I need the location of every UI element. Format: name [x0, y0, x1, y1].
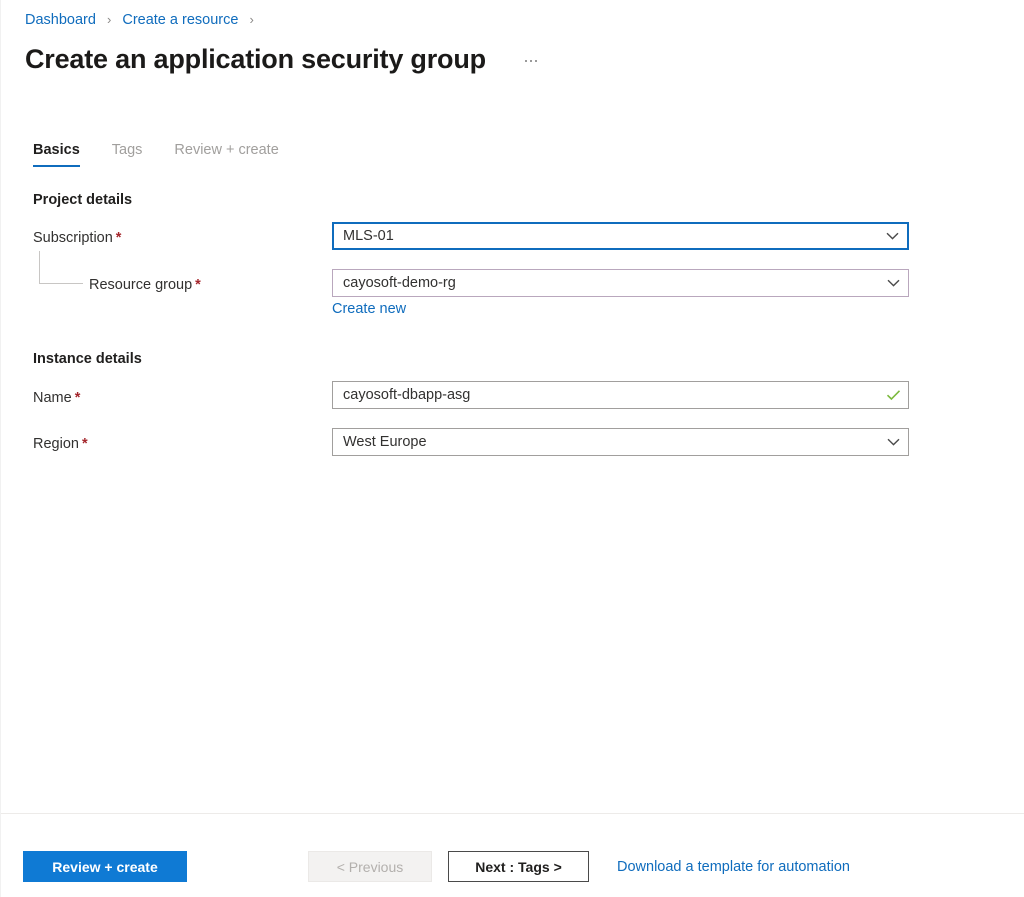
previous-button: < Previous [308, 851, 432, 882]
breadcrumb: Dashboard › Create a resource › [25, 10, 261, 30]
region-dropdown[interactable]: West Europe [332, 428, 909, 456]
more-options-icon[interactable] [520, 50, 542, 72]
subscription-dropdown[interactable]: MLS-01 [332, 222, 909, 250]
wizard-tabs: Basics Tags Review + create [33, 140, 311, 170]
breadcrumb-separator-icon: › [249, 12, 254, 27]
tab-tags[interactable]: Tags [112, 140, 143, 170]
label-name-text: Name [33, 390, 72, 406]
label-region: Region * [33, 434, 88, 454]
next-tags-button[interactable]: Next : Tags > [448, 851, 589, 882]
breadcrumb-item-create-a-resource[interactable]: Create a resource [122, 12, 238, 28]
chevron-down-icon [878, 270, 908, 296]
tab-review-create[interactable]: Review + create [174, 140, 278, 170]
create-asg-blade: Dashboard › Create a resource › Create a… [0, 0, 1024, 897]
field-tree-connector [39, 251, 83, 284]
page-title: Create an application security group [25, 44, 486, 74]
ellipsis-dot [524, 59, 528, 63]
ellipsis-dot [534, 59, 538, 63]
resource-group-dropdown[interactable]: cayosoft-demo-rg [332, 269, 909, 297]
label-subscription: Subscription * [33, 228, 121, 248]
breadcrumb-item-dashboard[interactable]: Dashboard [25, 12, 96, 28]
name-value: cayosoft-dbapp-asg [343, 387, 471, 403]
required-indicator: * [195, 277, 201, 293]
section-heading-instance-details: Instance details [33, 351, 142, 367]
label-name: Name * [33, 388, 80, 408]
wizard-footer: Review + create < Previous Next : Tags >… [1, 814, 1024, 897]
label-resource-group: Resource group * [89, 275, 201, 295]
subscription-value: MLS-01 [343, 228, 394, 244]
chevron-down-icon [877, 223, 907, 249]
breadcrumb-separator-icon: › [106, 12, 112, 27]
label-subscription-text: Subscription [33, 230, 113, 246]
label-resource-group-text: Resource group [89, 277, 193, 293]
section-heading-project-details: Project details [33, 192, 133, 208]
ellipsis-dot [529, 59, 533, 63]
region-value: West Europe [343, 434, 427, 450]
download-template-link[interactable]: Download a template for automation [617, 858, 850, 876]
resource-group-value: cayosoft-demo-rg [343, 275, 456, 291]
label-region-text: Region [33, 436, 79, 452]
required-indicator: * [74, 390, 81, 406]
name-input[interactable]: cayosoft-dbapp-asg [332, 381, 909, 409]
required-indicator: * [115, 230, 122, 246]
tab-basics[interactable]: Basics [33, 140, 80, 170]
chevron-down-icon [878, 429, 908, 455]
checkmark-icon [878, 382, 908, 408]
required-indicator: * [81, 436, 88, 452]
create-new-resource-group-link[interactable]: Create new [332, 300, 406, 318]
review-create-button[interactable]: Review + create [23, 851, 187, 882]
